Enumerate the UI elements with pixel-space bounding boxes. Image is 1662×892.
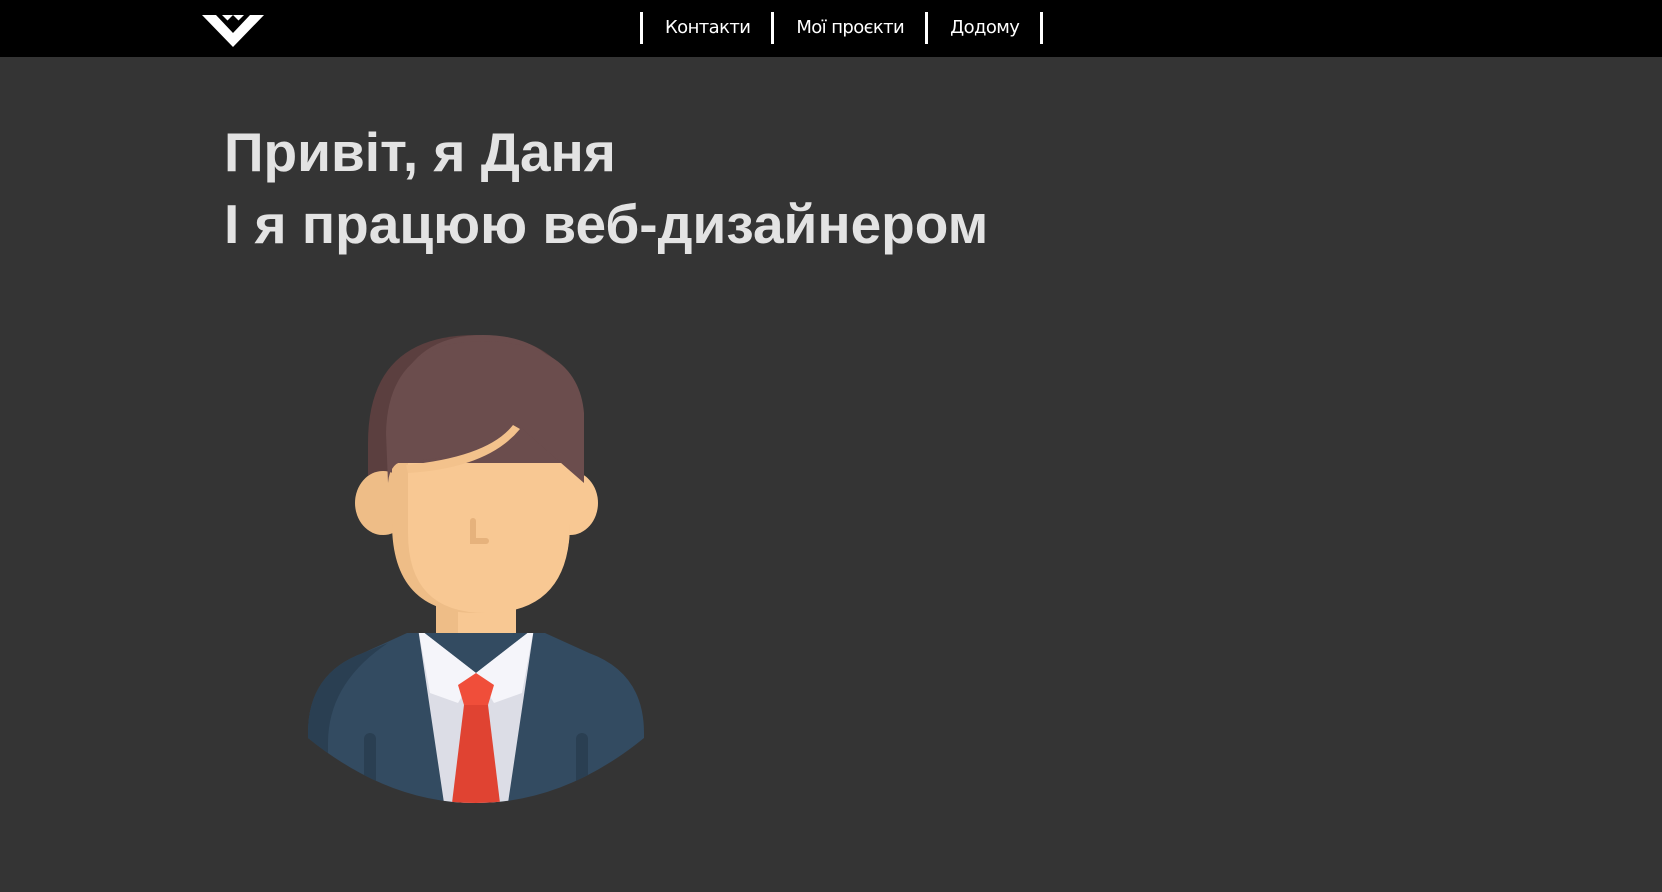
main-nav: Контакти Мої проєкти Додому bbox=[640, 12, 1044, 44]
nav-link-contacts[interactable]: Контакти bbox=[643, 12, 771, 44]
hero-profession: І я працюю веб-дизайнером bbox=[224, 193, 989, 255]
hero-greeting: Привіт, я Даня bbox=[224, 121, 616, 183]
top-navbar: Контакти Мої проєкти Додому bbox=[0, 0, 1662, 57]
nav-link-home[interactable]: Додому bbox=[928, 12, 1040, 44]
businessman-avatar-icon bbox=[308, 335, 644, 803]
nav-link-projects[interactable]: Мої проєкти bbox=[774, 12, 925, 44]
hero-heading: Привіт, я Даня І я працюю веб-дизайнером bbox=[224, 116, 988, 260]
w-logo-icon[interactable] bbox=[202, 13, 264, 49]
nav-divider bbox=[1040, 12, 1044, 44]
